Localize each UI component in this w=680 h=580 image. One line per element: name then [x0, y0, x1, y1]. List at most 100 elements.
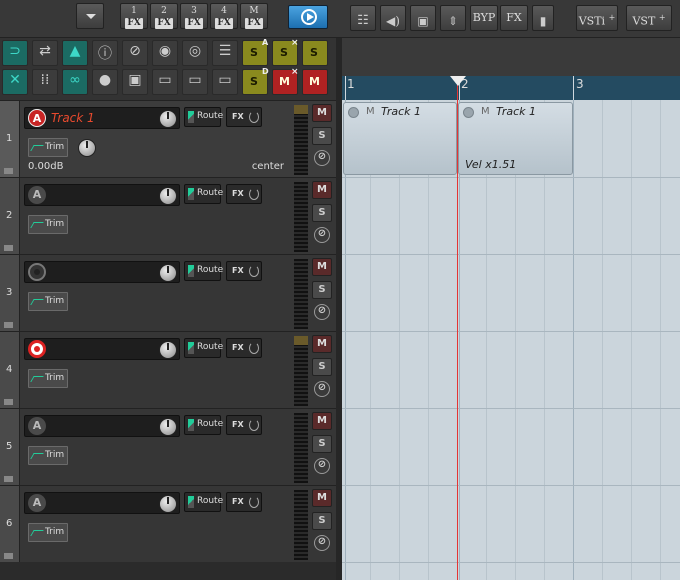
power-icon[interactable]	[249, 111, 259, 123]
track-row[interactable]: 2 A Route FX Trim M S ⊘	[0, 177, 336, 254]
fx-button[interactable]: FX	[226, 107, 262, 127]
mute-button[interactable]: M	[312, 412, 332, 430]
fx-button[interactable]: FX	[226, 492, 262, 512]
unsolo-button[interactable]: S ×	[272, 38, 299, 66]
trim-button[interactable]: Trim	[28, 292, 68, 311]
item-properties-icon[interactable]	[348, 107, 359, 118]
track-name-field[interactable]	[24, 261, 180, 283]
timeline-ruler[interactable]: 1 2 3	[342, 76, 680, 100]
track-name-field[interactable]: A	[24, 415, 180, 437]
link-button[interactable]: ∞	[62, 69, 88, 95]
folder-state-icon[interactable]	[4, 168, 13, 174]
route-button[interactable]: Route	[184, 415, 223, 435]
hide-button[interactable]: ⊘	[122, 40, 148, 66]
record-arm-button[interactable]: A	[28, 186, 46, 204]
arrange-view[interactable]: 1 2 3 M Track 1 M Track 1 Vel x1.51	[342, 38, 680, 580]
show-button[interactable]: ◉	[152, 40, 178, 66]
phase-invert-button[interactable]: ⊘	[314, 227, 330, 243]
fx-chain-button[interactable]: FX	[500, 5, 528, 31]
fx-button[interactable]: FX	[226, 338, 262, 358]
mute-button[interactable]: M	[302, 69, 328, 95]
track-row[interactable]: 4 Route FX Trim M S ⊘	[0, 331, 336, 408]
track-name-field[interactable]: A Track 1	[24, 107, 180, 129]
folder-state-icon[interactable]	[4, 553, 13, 559]
mute-button[interactable]: M	[312, 335, 332, 353]
volume-knob[interactable]	[159, 495, 177, 513]
fx-slot-2-button[interactable]: 2 FX	[150, 3, 178, 29]
solo-all-button[interactable]: SA	[242, 38, 268, 66]
record-arm-button[interactable]: A	[28, 109, 46, 127]
power-icon[interactable]	[249, 188, 259, 200]
folder-out-button[interactable]: ▭	[182, 69, 208, 95]
fader-button[interactable]: ⇕	[440, 5, 466, 31]
phase-invert-button[interactable]: ⊘	[314, 535, 330, 551]
trim-button[interactable]: Trim	[28, 446, 68, 465]
route-button[interactable]: Route	[184, 107, 223, 127]
track-number-cell[interactable]: 3	[0, 255, 20, 331]
phase-invert-button[interactable]: ⊘	[314, 150, 330, 166]
solo-button[interactable]: S	[312, 358, 332, 376]
track-number-cell[interactable]: 2	[0, 178, 20, 254]
volume-knob[interactable]	[159, 418, 177, 436]
record-input-button[interactable]	[28, 340, 46, 358]
clip-indicator[interactable]	[294, 105, 308, 114]
metronome-button[interactable]: ▲	[62, 40, 88, 66]
fx-slot-4-button[interactable]: 4 FX	[210, 3, 238, 29]
trim-button[interactable]: Trim	[28, 138, 68, 157]
snap-button[interactable]: ⊃	[2, 40, 28, 66]
clip-indicator[interactable]	[294, 336, 308, 345]
media-item[interactable]: M Track 1	[343, 102, 457, 175]
edit-cursor-marker[interactable]	[450, 76, 466, 86]
bypass-button[interactable]: BYP	[470, 5, 498, 31]
track-number-cell[interactable]: 1	[0, 101, 20, 177]
phase-invert-button[interactable]: ⊘	[314, 304, 330, 320]
volume-knob[interactable]	[159, 110, 177, 128]
play-button[interactable]	[288, 5, 328, 29]
record-arm-button[interactable]: A	[28, 417, 46, 435]
fx-slot-master-button[interactable]: M FX	[240, 3, 268, 29]
track-name-field[interactable]: A	[24, 184, 180, 206]
route-button[interactable]: Route	[184, 492, 223, 512]
power-icon[interactable]	[249, 265, 259, 277]
track-row[interactable]: 3 Route FX Trim M S ⊘	[0, 254, 336, 331]
item-properties-icon[interactable]	[463, 107, 474, 118]
solo-button[interactable]: S	[312, 127, 332, 145]
unmute-button[interactable]: M ×	[272, 67, 299, 95]
mixer-button[interactable]: ☷	[350, 5, 376, 31]
route-button[interactable]: Route	[184, 338, 223, 358]
folder-state-icon[interactable]	[4, 476, 13, 482]
fx-slot-3-button[interactable]: 3 FX	[180, 3, 208, 29]
comment-button[interactable]: ●	[92, 69, 118, 95]
volume-knob[interactable]	[159, 187, 177, 205]
meter-button[interactable]: ▮	[532, 5, 554, 31]
vst-button[interactable]: VST +	[626, 5, 672, 31]
track-number-cell[interactable]: 5	[0, 409, 20, 485]
record-monitor-button[interactable]	[28, 263, 46, 281]
loop-button[interactable]: ⇄	[32, 40, 58, 66]
track-number-cell[interactable]: 6	[0, 486, 20, 562]
folder-state-icon[interactable]	[4, 245, 13, 251]
track-row[interactable]: 1 A Track 1 Route FX Trim 0.00dB center …	[0, 100, 336, 177]
track-row[interactable]: 5 A Route FX Trim M S ⊘	[0, 408, 336, 485]
solo-button[interactable]: S	[312, 435, 332, 453]
vsti-button[interactable]: VSTi +	[576, 5, 618, 31]
volume-knob[interactable]	[159, 341, 177, 359]
track-name-field[interactable]	[24, 338, 180, 360]
fx-slot-1-button[interactable]: 1 FX	[120, 3, 148, 29]
phase-invert-button[interactable]: ⊘	[314, 381, 330, 397]
mute-button[interactable]: M	[312, 258, 332, 276]
mute-button[interactable]: M	[312, 181, 332, 199]
solo-button[interactable]: S	[312, 281, 332, 299]
solo-button[interactable]: S	[302, 40, 328, 66]
power-icon[interactable]	[249, 419, 259, 431]
track-number-cell[interactable]: 4	[0, 332, 20, 408]
toolbar-dropdown-button[interactable]	[76, 3, 104, 29]
info-button[interactable]: ⓘ	[92, 40, 118, 66]
volume-knob[interactable]	[159, 264, 177, 282]
pan-knob[interactable]	[78, 139, 96, 157]
track-lanes[interactable]: M Track 1 M Track 1 Vel x1.51	[342, 100, 680, 580]
ripple-button[interactable]: ✕	[2, 69, 28, 95]
item-mute-button[interactable]: M	[481, 106, 490, 117]
grid-button[interactable]: ⁞⁞	[32, 69, 58, 95]
trim-button[interactable]: Trim	[28, 523, 68, 542]
